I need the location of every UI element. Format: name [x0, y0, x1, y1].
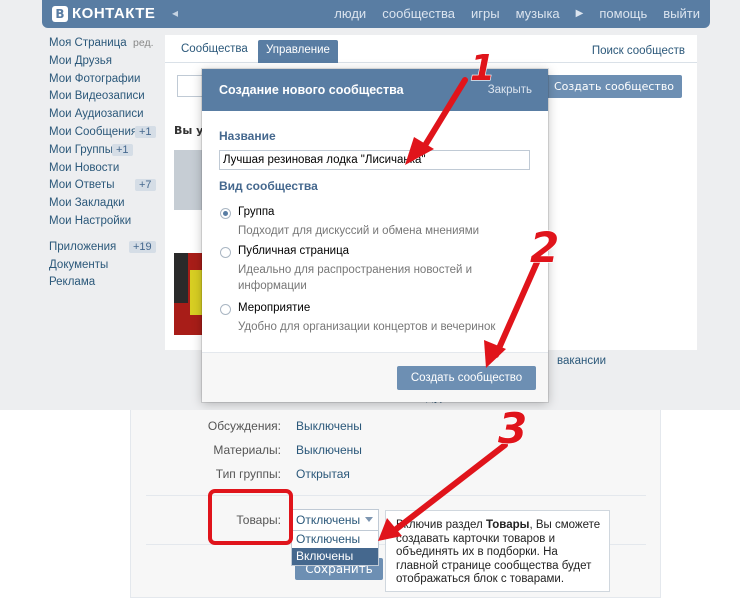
name-label: Название [219, 129, 276, 143]
menu-item-answers[interactable]: Мои Ответы +7 [49, 179, 159, 197]
goods-tooltip: Включив раздел Товары, Вы сможете создав… [385, 510, 610, 592]
nav-music[interactable]: музыка [516, 6, 560, 21]
nav-communities[interactable]: сообщества [382, 6, 455, 21]
nav-people[interactable]: люди [334, 6, 366, 21]
menu-item-label: Мои Группы [49, 143, 114, 156]
menu-item-label: Документы [49, 258, 109, 271]
menu-item-label: Приложения [49, 240, 117, 253]
messages-count-badge: +1 [135, 125, 156, 138]
menu-item-ads[interactable]: Реклама [49, 276, 159, 294]
nav-logout[interactable]: выйти [663, 6, 700, 21]
avatar-detail [174, 253, 188, 303]
create-community-submit-button[interactable]: Создать сообщество [397, 366, 536, 390]
tooltip-text: Включив раздел [396, 519, 486, 531]
menu-item-my-page[interactable]: Моя Страница ред. [49, 37, 159, 55]
dropdown-option-disabled[interactable]: Отключены [292, 531, 378, 548]
menu-item-apps[interactable]: Приложения +19 [49, 240, 159, 259]
play-icon[interactable]: ▶ [576, 8, 584, 21]
vacancies-link[interactable]: вакансии [557, 355, 606, 367]
menu-item-videos[interactable]: Мои Видеозаписи [49, 90, 159, 108]
option-description: Идеально для распространения новостей и … [238, 264, 473, 292]
option-description: Подходит для дискуссий и обмена мнениями [238, 225, 480, 237]
menu-item-messages[interactable]: Мои Сообщения +1 [49, 125, 159, 144]
answers-count-badge: +7 [135, 179, 156, 192]
menu-item-bookmarks[interactable]: Мои Закладки [49, 197, 159, 215]
group-type-value[interactable]: Открытая [296, 467, 350, 481]
menu-item-documents[interactable]: Документы [49, 259, 159, 277]
materials-label: Материалы: [213, 443, 281, 457]
menu-item-label: Мои Друзья [49, 54, 113, 67]
dialog-title: Создание нового сообщества [219, 83, 404, 97]
goods-select[interactable]: Отключены [291, 509, 379, 531]
menu-item-photos[interactable]: Мои Фотографии [49, 73, 159, 91]
menu-item-label: Моя Страница [49, 37, 127, 49]
create-community-dialog: Создание нового сообщества Закрыть Назва… [202, 69, 548, 402]
nav-help[interactable]: помощь [599, 6, 647, 21]
dialog-header: Создание нового сообщества Закрыть [202, 69, 548, 111]
groups-count-badge: +1 [112, 143, 133, 156]
menu-separator [49, 233, 159, 241]
top-nav: люди сообщества игры музыка ▶ помощь вый… [334, 6, 700, 21]
tab-bar: Сообщества Управление Поиск сообществ [165, 35, 697, 63]
dialog-footer: Создать сообщество [202, 352, 548, 402]
menu-item-label: Мои Настройки [49, 214, 132, 227]
materials-value[interactable]: Выключены [296, 443, 362, 457]
header-bar: В КОНТАКТЕ ◂ люди сообщества игры музыка… [42, 0, 710, 28]
menu-item-label: Мои Сообщения [49, 125, 138, 138]
menu-item-label: Мои Закладки [49, 197, 125, 210]
option-title: Группа [238, 206, 275, 218]
menu-item-news[interactable]: Мои Новости [49, 162, 159, 180]
radio-icon[interactable] [220, 208, 231, 219]
edit-link[interactable]: ред. [133, 37, 154, 49]
tab-communities[interactable]: Сообщества [173, 41, 256, 57]
menu-item-audio[interactable]: Мои Аудиозаписи [49, 108, 159, 126]
community-name-input[interactable]: Лучшая резиновая лодка "Лисичанка" [219, 150, 530, 170]
option-title: Публичная страница [238, 245, 350, 257]
discussions-value[interactable]: Выключены [296, 419, 362, 433]
menu-item-label: Мои Ответы [49, 179, 115, 192]
type-label: Вид сообщества [219, 179, 318, 193]
apps-count-badge: +19 [129, 240, 156, 253]
page-bottom: Обсуждения: Выключены Материалы: Выключе… [0, 410, 740, 598]
logo[interactable]: В КОНТАКТЕ [52, 5, 155, 22]
radio-icon[interactable] [220, 304, 231, 315]
menu-item-label: Мои Аудиозаписи [49, 108, 144, 121]
discussions-label: Обсуждения: [207, 419, 281, 433]
menu-item-label: Мои Фотографии [49, 72, 141, 85]
logo-icon: В [52, 5, 68, 22]
create-community-button[interactable]: Создать сообщество [546, 75, 682, 98]
menu-item-settings[interactable]: Мои Настройки [49, 215, 159, 233]
option-title: Мероприятие [238, 302, 311, 314]
option-description: Удобно для организации концертов и вечер… [238, 321, 496, 333]
menu-item-label: Мои Новости [49, 161, 120, 174]
left-menu: Моя Страница ред. Мои Друзья Мои Фотограф… [49, 37, 159, 294]
dialog-close-link[interactable]: Закрыть [488, 84, 532, 96]
section-heading: Вы у [174, 124, 204, 137]
menu-item-groups[interactable]: Мои Группы +1 [49, 143, 159, 162]
group-type-label: Тип группы: [215, 467, 281, 481]
nav-back-icon[interactable]: ◂ [172, 6, 178, 20]
tab-management[interactable]: Управление [258, 40, 338, 63]
dropdown-option-enabled[interactable]: Включены [292, 548, 378, 565]
chevron-down-icon [365, 517, 373, 522]
menu-item-label: Реклама [49, 276, 96, 289]
menu-item-friends[interactable]: Мои Друзья [49, 55, 159, 73]
page-top: В КОНТАКТЕ ◂ люди сообщества игры музыка… [0, 0, 740, 410]
logo-text: КОНТАКТЕ [72, 5, 156, 22]
goods-select-value: Отключены [296, 513, 361, 527]
radio-icon[interactable] [220, 247, 231, 258]
tooltip-bold: Товары [485, 519, 530, 531]
search-communities-link[interactable]: Поиск сообществ [592, 45, 685, 57]
menu-item-label: Мои Видеозаписи [49, 90, 145, 103]
nav-games[interactable]: игры [471, 6, 500, 21]
goods-dropdown: Отключены Включены [291, 530, 379, 566]
highlight-box [208, 489, 293, 545]
